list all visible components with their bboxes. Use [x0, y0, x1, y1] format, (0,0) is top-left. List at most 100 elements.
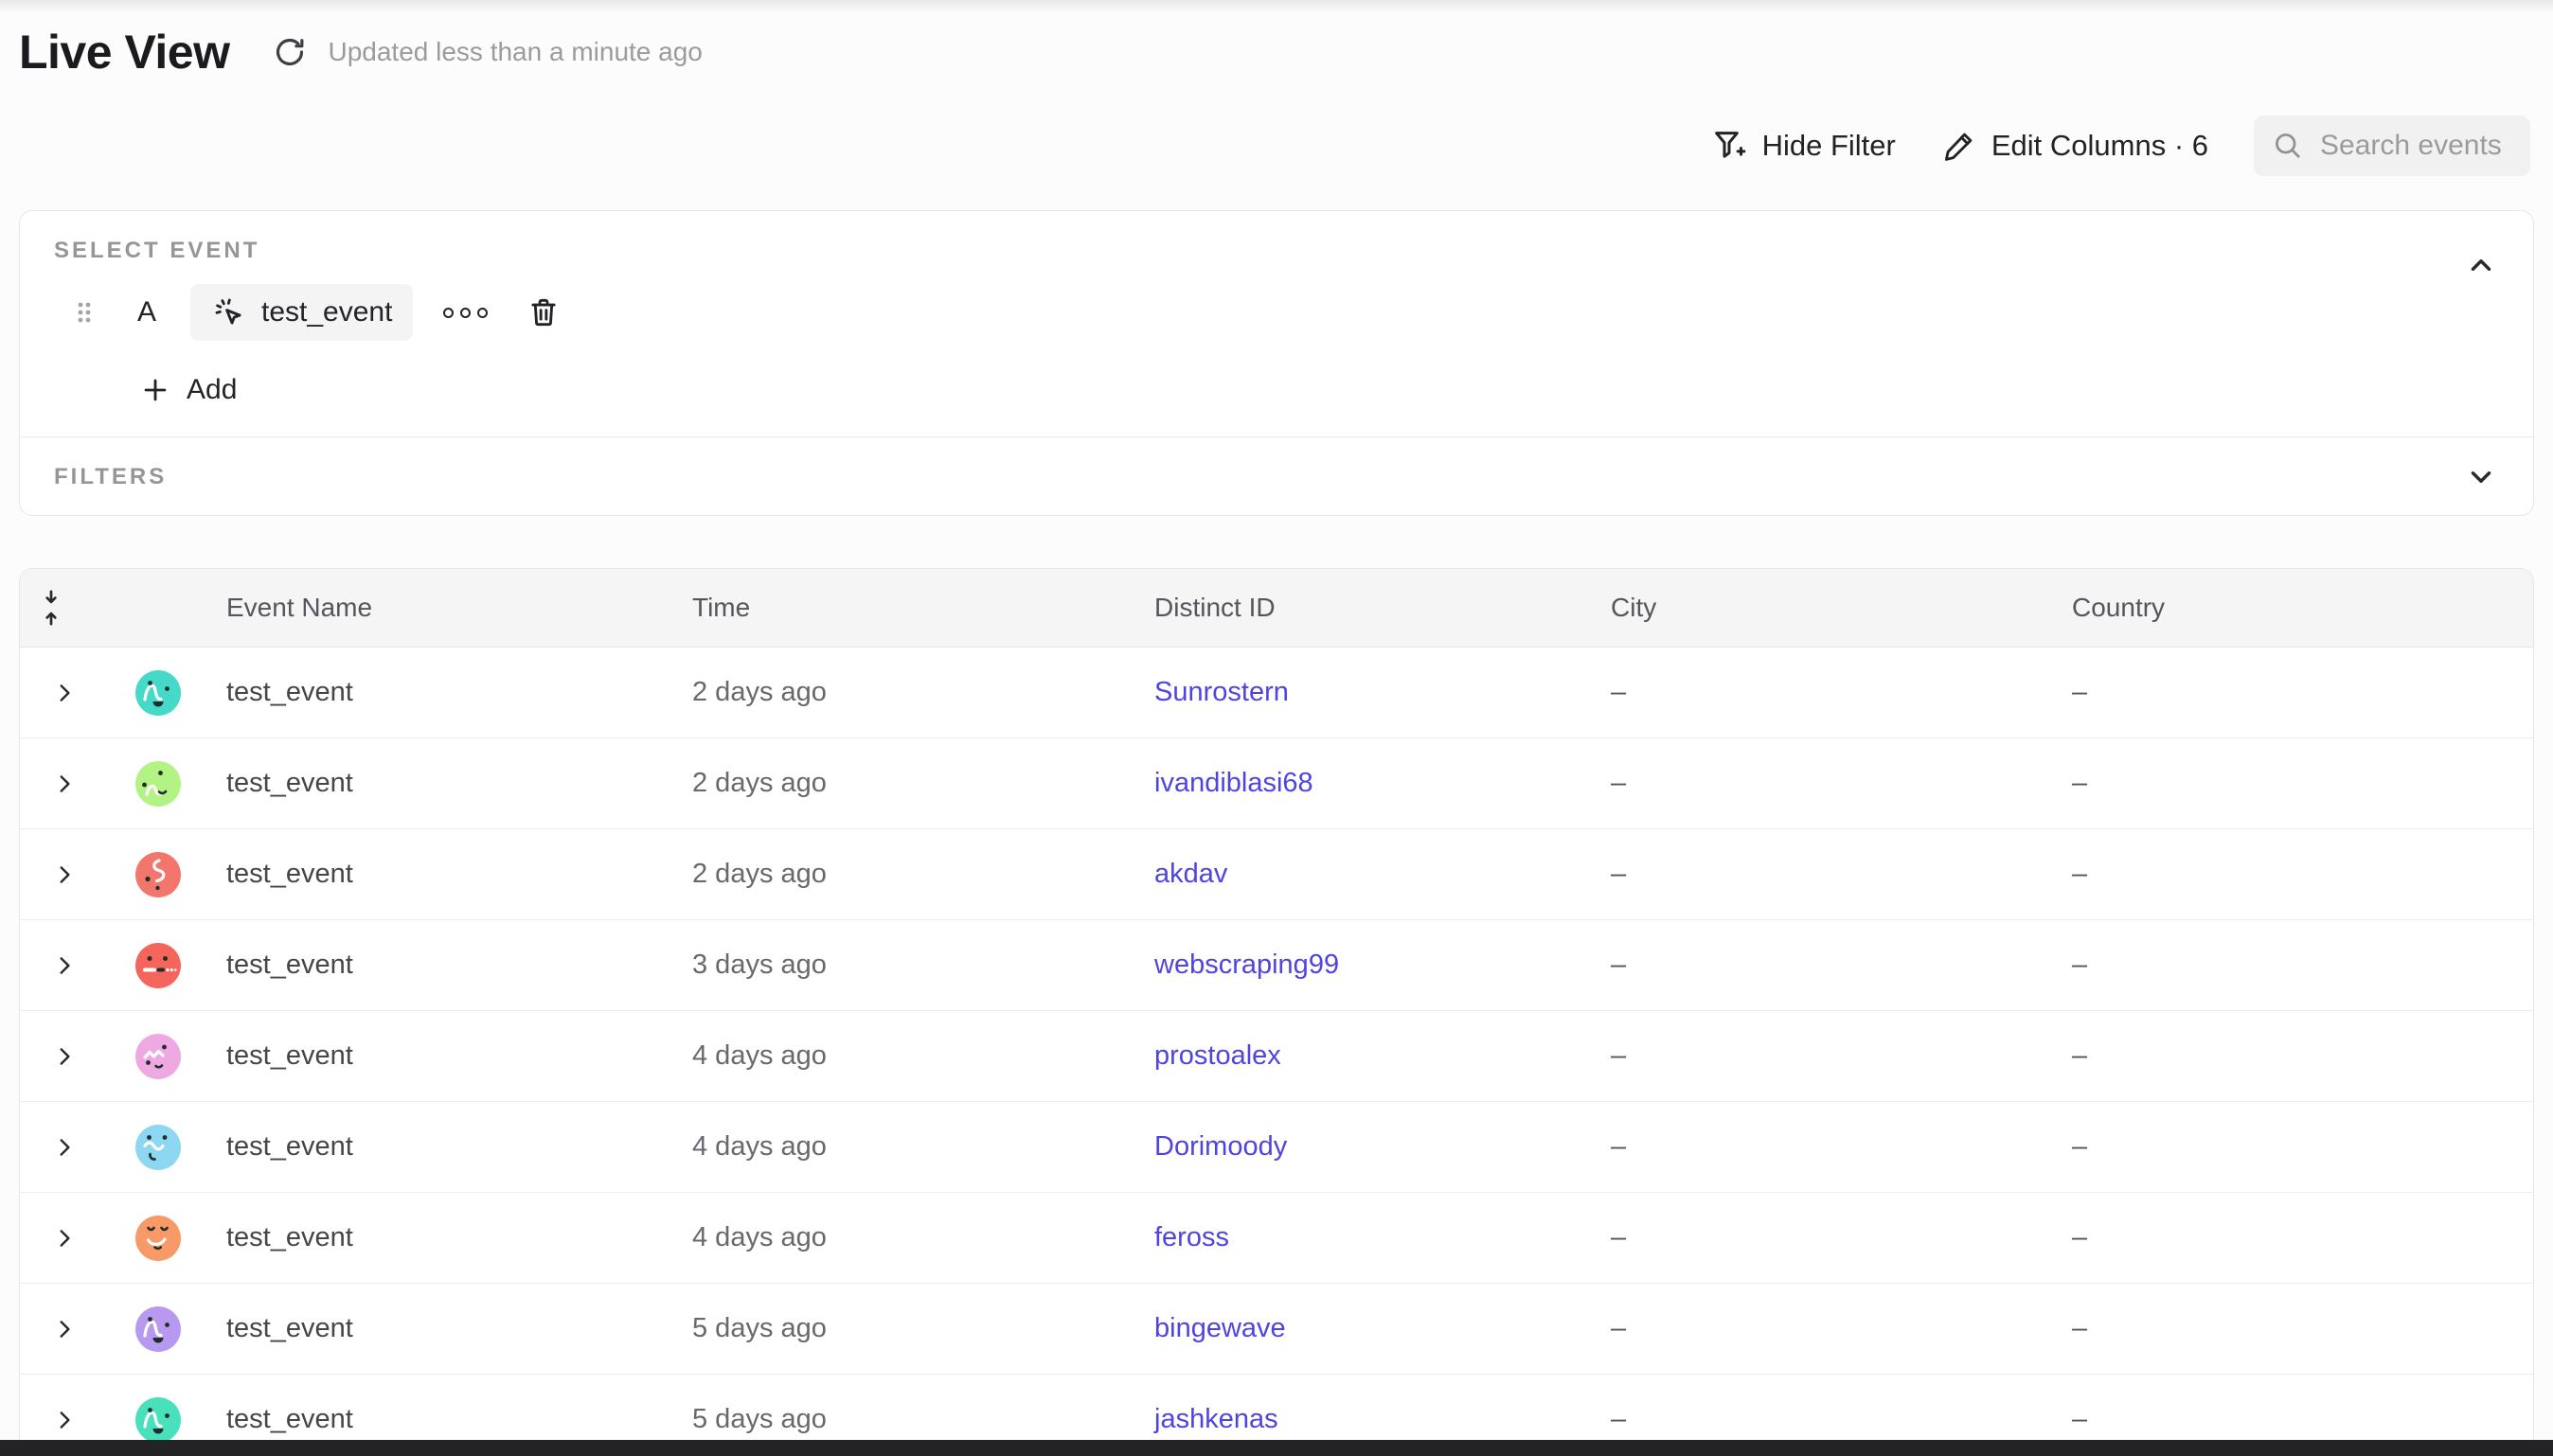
search-input[interactable] [2320, 130, 2513, 162]
user-avatar[interactable] [135, 1216, 181, 1261]
distinct-id-link[interactable]: webscraping99 [1154, 950, 1339, 981]
time-cell: 3 days ago [673, 950, 1135, 981]
user-avatar[interactable] [135, 852, 181, 897]
toolbar: Hide Filter Edit Columns · 6 [1710, 115, 2530, 176]
more-options-button[interactable] [443, 308, 488, 318]
refresh-icon [271, 33, 309, 71]
collapse-section-button[interactable] [2465, 249, 2497, 281]
distinct-id-link[interactable]: Sunrostern [1154, 677, 1289, 708]
trash-icon [526, 294, 562, 330]
user-avatar[interactable] [135, 761, 181, 807]
country-cell: – [2053, 1313, 2533, 1344]
table-header-row: Event Name Time Distinct ID City Country [20, 569, 2533, 648]
more-options-icon [477, 308, 488, 318]
updated-status: Updated less than a minute ago [328, 37, 702, 67]
column-header-country: Country [2053, 593, 2533, 623]
table-row: test_event 2 days ago ivandiblasi68 – – [20, 738, 2533, 829]
event-name-cell: test_event [207, 1131, 673, 1163]
table-row: test_event 4 days ago Dorimoody – – [20, 1102, 2533, 1193]
column-header-city: City [1592, 593, 2053, 623]
city-cell: – [1592, 1131, 2053, 1163]
city-cell: – [1592, 677, 2053, 708]
distinct-id-link[interactable]: akdav [1154, 859, 1227, 890]
chevron-up-icon [2465, 249, 2497, 281]
more-options-icon [443, 308, 454, 318]
edit-columns-label: Edit Columns · 6 [1991, 129, 2208, 163]
chevron-right-icon [52, 772, 77, 796]
event-name-cell: test_event [207, 950, 673, 981]
user-avatar[interactable] [135, 943, 181, 988]
hide-filter-label: Hide Filter [1762, 129, 1896, 163]
country-cell: – [2053, 1222, 2533, 1253]
edit-columns-button[interactable]: Edit Columns · 6 [1941, 128, 2208, 164]
refresh-button[interactable] [267, 29, 312, 75]
city-cell: – [1592, 768, 2053, 799]
country-cell: – [2053, 1404, 2533, 1435]
column-header-event-name: Event Name [207, 593, 673, 623]
event-name-cell: test_event [207, 859, 673, 890]
user-avatar[interactable] [135, 1125, 181, 1170]
time-cell: 5 days ago [673, 1404, 1135, 1435]
expand-row-button[interactable] [52, 862, 77, 887]
city-cell: – [1592, 950, 2053, 981]
column-header-time: Time [673, 593, 1135, 623]
drag-handle-icon[interactable] [73, 296, 96, 328]
table-row: test_event 4 days ago prostoalex – – [20, 1011, 2533, 1102]
expand-row-button[interactable] [52, 953, 77, 978]
event-name-cell: test_event [207, 1313, 673, 1344]
expand-row-button[interactable] [52, 1135, 77, 1160]
user-avatar[interactable] [135, 1034, 181, 1079]
delete-event-button[interactable] [526, 294, 562, 330]
event-name-cell: test_event [207, 1040, 673, 1072]
chevron-right-icon [52, 953, 77, 978]
time-cell: 4 days ago [673, 1040, 1135, 1072]
distinct-id-link[interactable]: Dorimoody [1154, 1131, 1287, 1163]
add-event-button[interactable]: Add [139, 374, 237, 406]
filter-plus-icon [1710, 127, 1748, 165]
expand-row-button[interactable] [52, 1408, 77, 1432]
pencil-icon [1941, 128, 1977, 164]
chevron-right-icon [52, 681, 77, 705]
table-row: test_event 2 days ago Sunrostern – – [20, 648, 2533, 738]
distinct-id-link[interactable]: jashkenas [1154, 1404, 1278, 1435]
user-avatar[interactable] [135, 670, 181, 716]
horizontal-scrollbar[interactable] [0, 1440, 2553, 1456]
filters-label: FILTERS [54, 464, 167, 490]
user-avatar[interactable] [135, 1397, 181, 1443]
distinct-id-link[interactable]: prostoalex [1154, 1040, 1281, 1072]
expand-row-button[interactable] [52, 772, 77, 796]
city-cell: – [1592, 1313, 2053, 1344]
time-cell: 5 days ago [673, 1313, 1135, 1344]
page-header: Live View Updated less than a minute ago [19, 25, 703, 80]
user-avatar[interactable] [135, 1306, 181, 1352]
page-title: Live View [19, 25, 229, 80]
expand-row-button[interactable] [52, 1317, 77, 1341]
expand-filters-button[interactable] [2465, 461, 2497, 493]
hide-filter-button[interactable]: Hide Filter [1710, 127, 1896, 165]
cursor-click-icon [211, 294, 247, 330]
time-cell: 2 days ago [673, 859, 1135, 890]
expand-row-button[interactable] [52, 1226, 77, 1251]
country-cell: – [2053, 1040, 2533, 1072]
collapse-rows-button[interactable] [20, 587, 65, 629]
distinct-id-link[interactable]: feross [1154, 1222, 1229, 1253]
expand-row-button[interactable] [52, 681, 77, 705]
event-name-cell: test_event [207, 1404, 673, 1435]
table-row: test_event 2 days ago akdav – – [20, 829, 2533, 920]
distinct-id-link[interactable]: ivandiblasi68 [1154, 768, 1313, 799]
expand-row-button[interactable] [52, 1044, 77, 1069]
country-cell: – [2053, 677, 2533, 708]
time-cell: 2 days ago [673, 677, 1135, 708]
distinct-id-link[interactable]: bingewave [1154, 1313, 1286, 1344]
country-cell: – [2053, 768, 2533, 799]
event-select-chip[interactable]: test_event [190, 284, 413, 341]
filters-section: FILTERS [20, 437, 2533, 516]
series-letter: A [137, 296, 156, 328]
city-cell: – [1592, 859, 2053, 890]
select-event-section: SELECT EVENT A test_event [20, 211, 2533, 436]
chevron-right-icon [52, 1044, 77, 1069]
city-cell: – [1592, 1040, 2053, 1072]
events-table: Event Name Time Distinct ID City Country… [19, 568, 2534, 1456]
chevron-right-icon [52, 862, 77, 887]
time-cell: 4 days ago [673, 1131, 1135, 1163]
